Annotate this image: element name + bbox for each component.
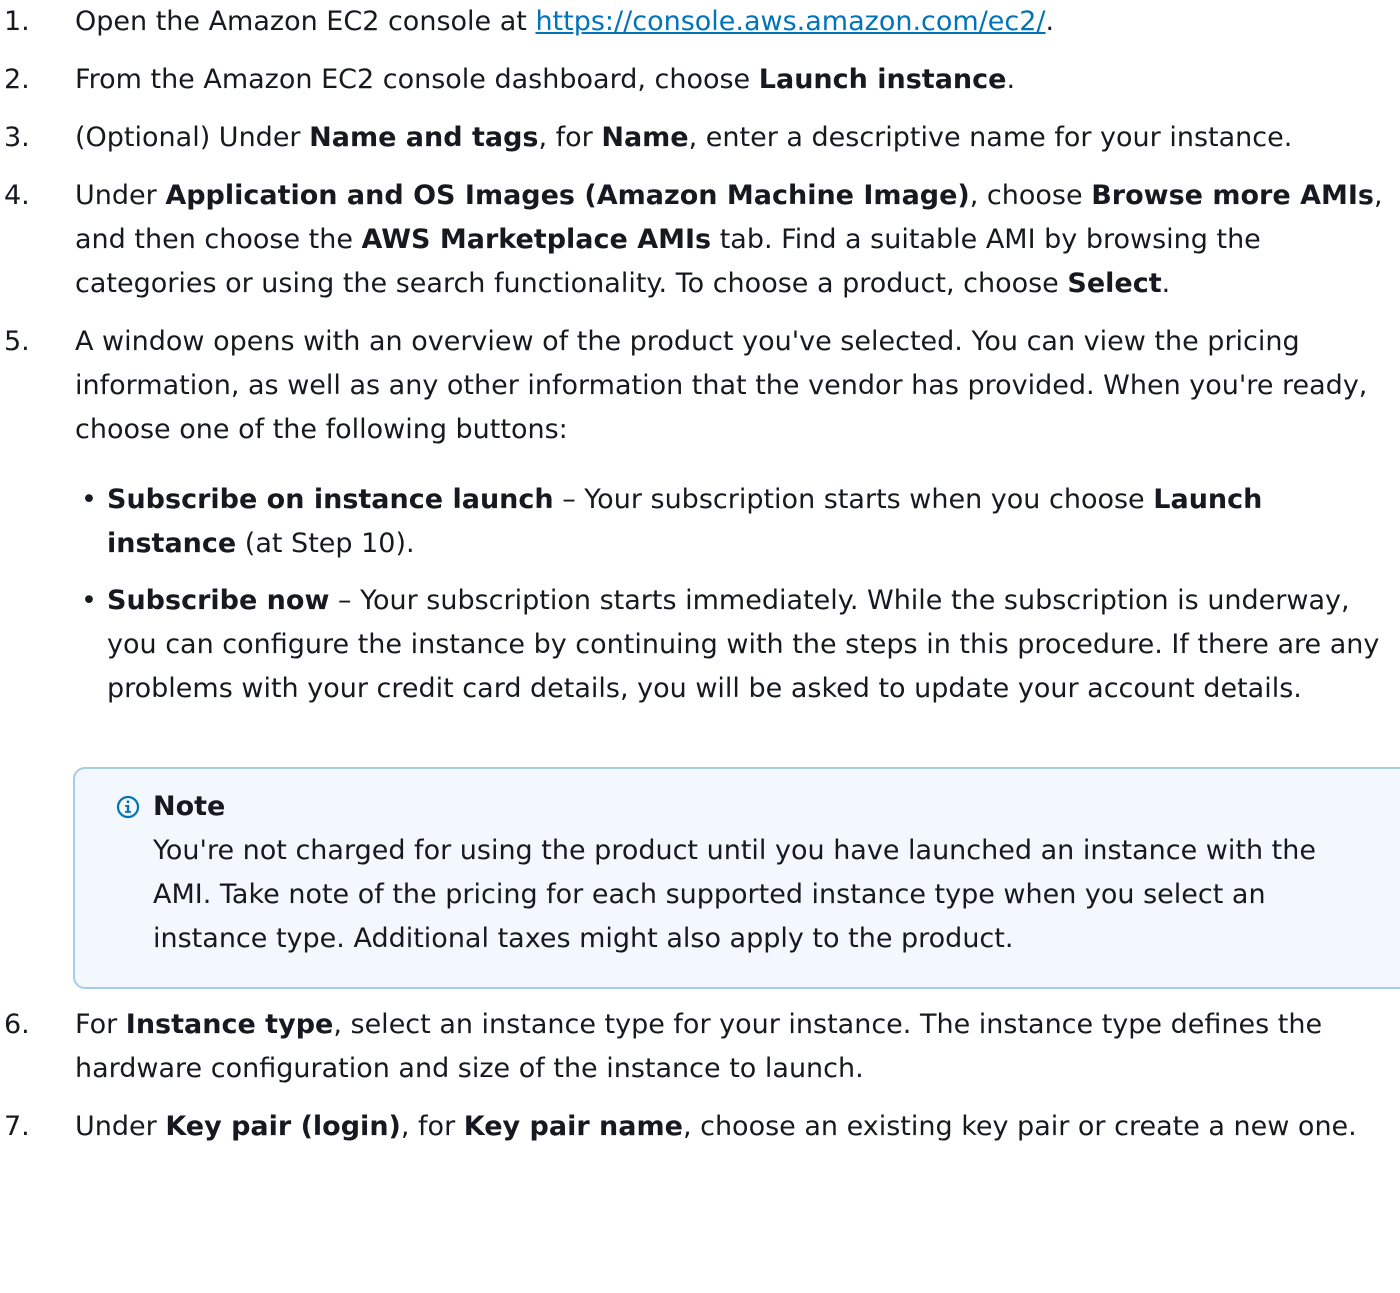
step-7: 7. Under Key pair (login), for Key pair n…: [0, 1105, 1400, 1149]
option-text: (at Step 10).: [236, 528, 415, 559]
step-number: 4.: [4, 180, 30, 211]
step-number: 3.: [4, 122, 30, 153]
option-text: – Your subscription starts when you choo…: [553, 484, 1154, 515]
ui-term: Name and tags: [309, 122, 539, 153]
step-text: From the Amazon EC2 console dashboard, c…: [75, 64, 759, 95]
step-number: 7.: [4, 1111, 30, 1142]
step-1: 1. Open the Amazon EC2 console at https:/…: [0, 0, 1400, 44]
ui-term: Name: [601, 122, 689, 153]
procedure-steps: 1. Open the Amazon EC2 console at https:/…: [0, 0, 1400, 1163]
step-4: 4. Under Application and OS Images (Amazo…: [0, 174, 1400, 306]
bullet: •: [81, 484, 97, 515]
info-icon: [116, 795, 140, 819]
step-text: , for: [538, 122, 602, 153]
step-text: For: [75, 1009, 126, 1040]
ui-term: Key pair (login): [165, 1111, 401, 1142]
step-text: .: [1006, 64, 1016, 95]
step-number: 2.: [4, 64, 30, 95]
step-text: A window opens with an overview of the p…: [75, 326, 1368, 445]
ui-term: Select: [1067, 268, 1162, 299]
step-text: .: [1045, 6, 1055, 37]
bullet: •: [81, 585, 97, 616]
note-header: Note: [75, 785, 1400, 829]
step-text: (Optional) Under: [75, 122, 310, 153]
step-2: 2. From the Amazon EC2 console dashboard,…: [0, 58, 1400, 102]
step-number: 6.: [4, 1009, 30, 1040]
ui-term: Application and OS Images (Amazon Machin…: [165, 180, 970, 211]
document-page: 1. Open the Amazon EC2 console at https:/…: [0, 0, 1400, 1293]
ui-term: Browse more AMIs: [1091, 180, 1374, 211]
option-subscribe-on-launch: • Subscribe on instance launch – Your sub…: [75, 478, 1400, 566]
subscription-options: • Subscribe on instance launch – Your sub…: [75, 478, 1400, 711]
ui-term: Key pair name: [463, 1111, 683, 1142]
step-5: 5. A window opens with an overview of the…: [0, 320, 1400, 989]
option-subscribe-now: • Subscribe now – Your subscription start…: [75, 579, 1400, 711]
ui-term: Instance type: [125, 1009, 334, 1040]
note-callout: Note You're not charged for using the pr…: [73, 767, 1400, 989]
ui-term: Subscribe on instance launch: [107, 484, 554, 515]
step-text: Under: [75, 1111, 166, 1142]
step-text: Under: [75, 180, 166, 211]
step-6: 6. For Instance type, select an instance …: [0, 1003, 1400, 1091]
note-body: You're not charged for using the product…: [153, 835, 1316, 954]
ec2-console-link[interactable]: https://console.aws.amazon.com/ec2/: [535, 6, 1045, 37]
note-title: Note: [153, 791, 226, 822]
step-3: 3. (Optional) Under Name and tags, for Na…: [0, 116, 1400, 160]
step-text: Open the Amazon EC2 console at: [75, 6, 536, 37]
ui-term: Subscribe now: [107, 585, 330, 616]
step-text: , for: [400, 1111, 464, 1142]
ui-term: AWS Marketplace AMIs: [361, 224, 712, 255]
ui-term: Launch instance: [758, 64, 1007, 95]
step-text: , choose an existing key pair or create …: [682, 1111, 1357, 1142]
step-text: , enter a descriptive name for your inst…: [688, 122, 1293, 153]
step-text: .: [1161, 268, 1171, 299]
step-text: , choose: [969, 180, 1092, 211]
step-number: 5.: [4, 326, 30, 357]
step-number: 1.: [4, 6, 30, 37]
